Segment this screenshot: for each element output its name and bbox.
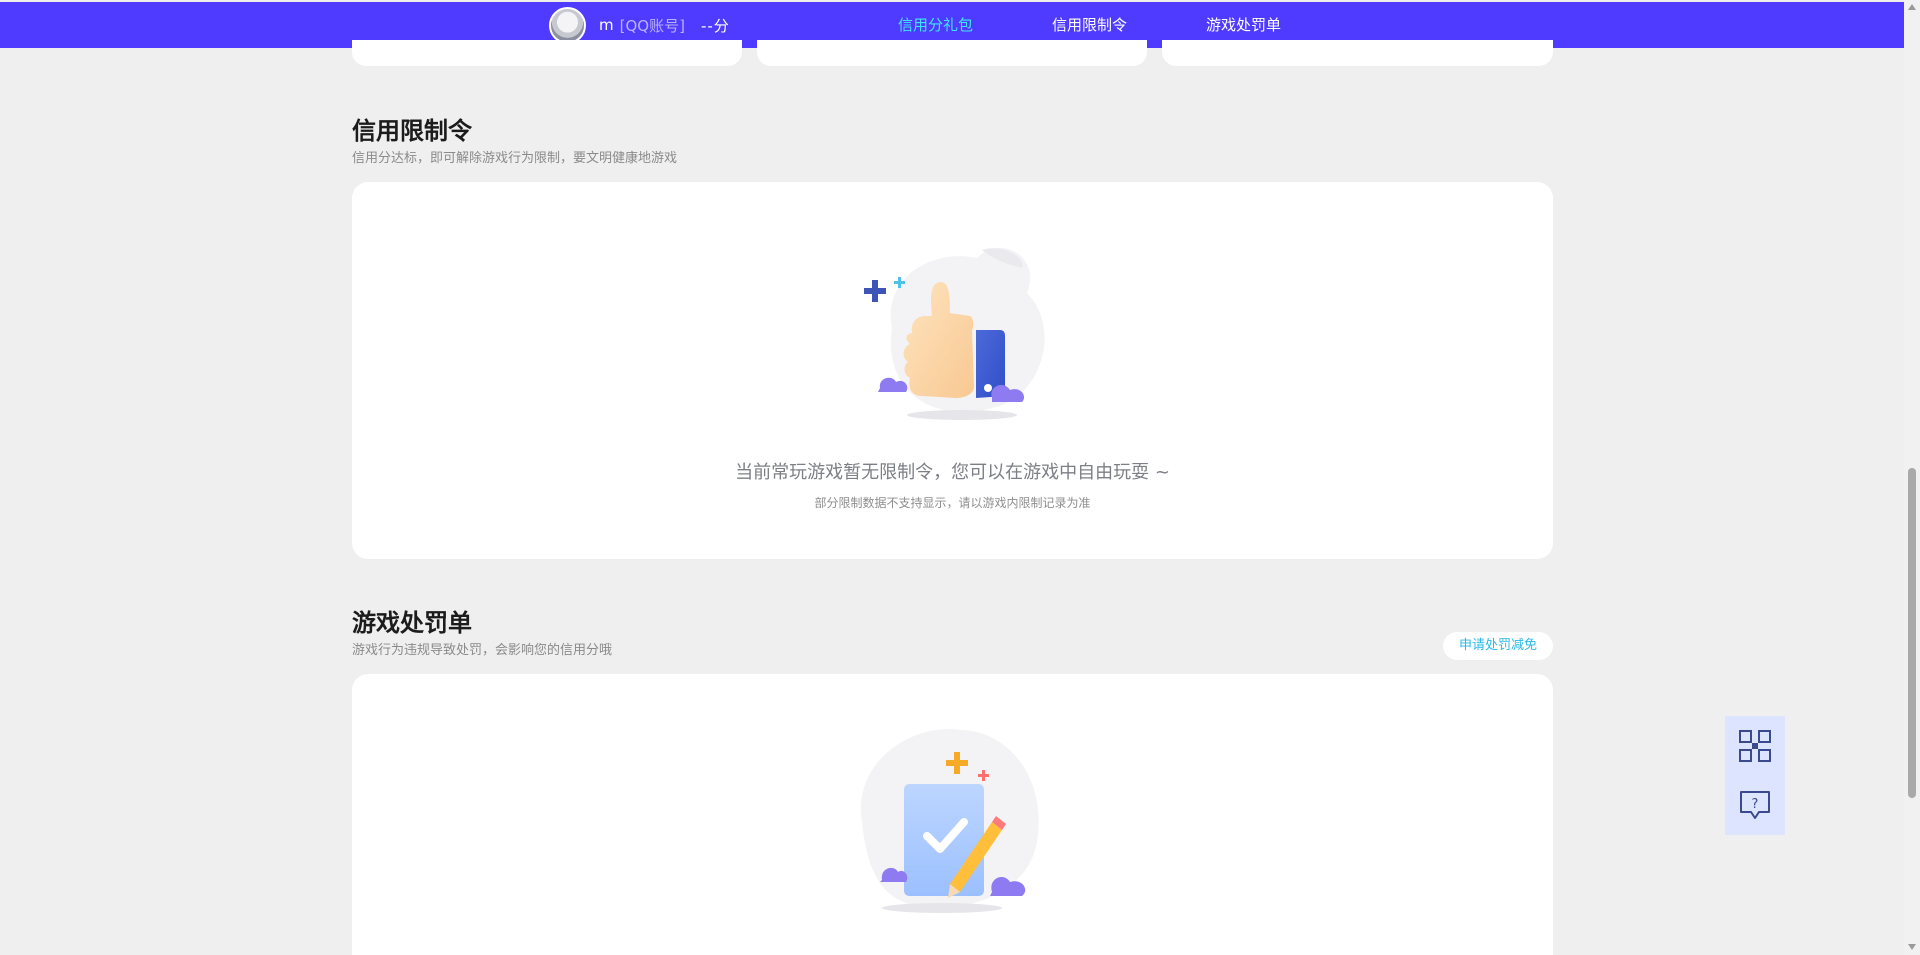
- account-type: [QQ账号]: [619, 16, 685, 35]
- gift-card: [352, 40, 742, 66]
- help-button[interactable]: ?: [1725, 775, 1785, 835]
- restriction-empty-note: 部分限制数据不支持显示，请以游戏内限制记录为准: [814, 496, 1091, 510]
- qr-code-button[interactable]: [1725, 716, 1785, 776]
- restriction-title: 信用限制令: [352, 117, 472, 145]
- avatar[interactable]: [549, 6, 586, 44]
- scrollbar-thumb[interactable]: [1908, 468, 1916, 798]
- gift-card: [757, 40, 1147, 66]
- penalty-card: [352, 674, 1553, 955]
- penalty-title: 游戏处罚单: [352, 609, 472, 637]
- restriction-subtitle: 信用分达标，即可解除游戏行为限制，要文明健康地游戏: [352, 151, 678, 166]
- qr-code-icon: [1739, 730, 1771, 762]
- user-info[interactable]: m [QQ账号] --分: [549, 6, 730, 44]
- thumbs-up-icon: [864, 247, 1045, 420]
- username: m: [599, 16, 614, 34]
- restriction-card: 当前常玩游戏暂无限制令，您可以在游戏中自由玩耍 ~ 部分限制数据不支持显示，请以…: [352, 182, 1553, 559]
- penalty-subtitle: 游戏行为违规导致处罚，会影响您的信用分哦: [352, 643, 613, 658]
- help-chat-icon: ?: [1740, 791, 1770, 819]
- gift-card: [1162, 40, 1553, 66]
- svg-text:?: ?: [1752, 797, 1759, 812]
- checklist-pencil-icon: [860, 728, 1039, 913]
- credit-score: --分: [700, 16, 730, 35]
- apply-penalty-reduction-button[interactable]: 申请处罚减免: [1443, 632, 1553, 660]
- scroll-down-icon[interactable]: [1908, 944, 1916, 950]
- restriction-empty-message: 当前常玩游戏暂无限制令，您可以在游戏中自由玩耍 ~: [735, 462, 1170, 483]
- scroll-up-icon[interactable]: [1908, 4, 1916, 10]
